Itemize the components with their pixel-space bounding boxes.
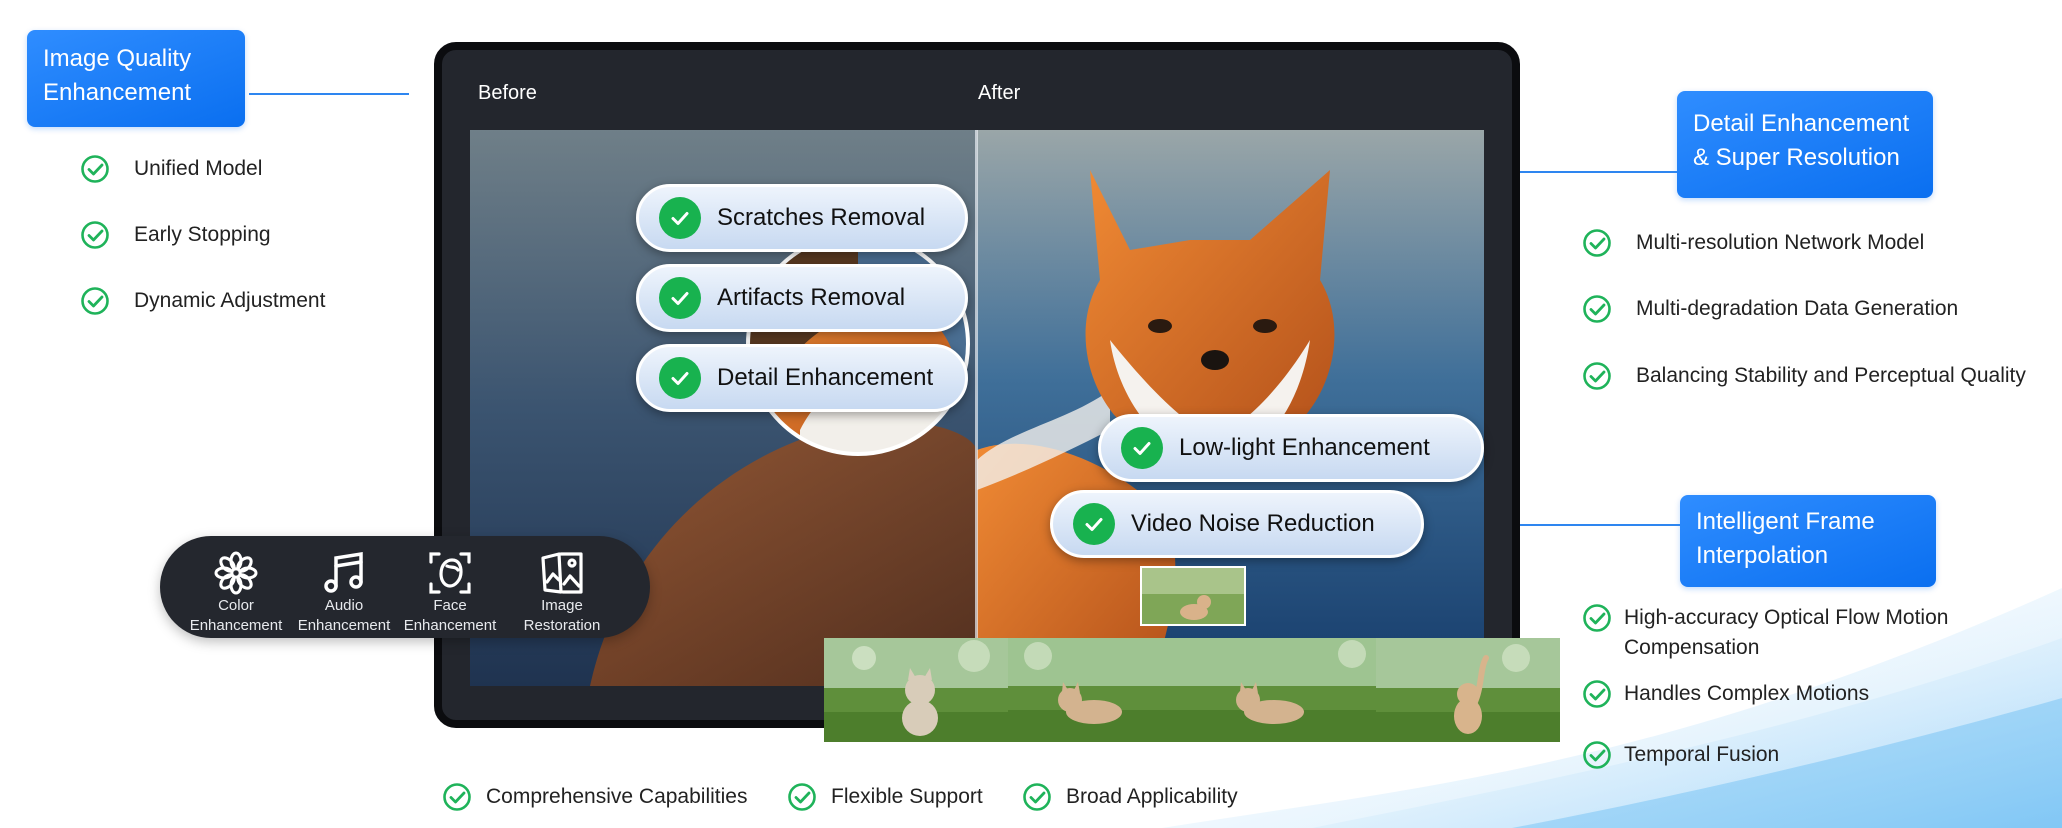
- feature-label: Comprehensive Capabilities: [486, 785, 748, 808]
- check-icon: [659, 277, 701, 319]
- enhancement-toolbar: Color Enhancement Audio Enhancement Face…: [160, 536, 650, 638]
- connector-line: [1520, 171, 1677, 173]
- after-label: After: [978, 82, 1021, 104]
- connector-line: [249, 93, 409, 95]
- feature-label: Broad Applicability: [1066, 785, 1238, 808]
- video-frame: [1008, 638, 1192, 742]
- feature-label: Early Stopping: [134, 223, 271, 246]
- feature-item: Handles Complex Motions: [1582, 679, 1869, 709]
- feature-item: Early Stopping: [80, 220, 271, 250]
- check-circle-icon: [787, 782, 817, 812]
- video-noise-reduction-pill: Video Noise Reduction: [1050, 490, 1424, 558]
- feature-label: High-accuracy Optical Flow Motion Compen…: [1624, 603, 1948, 663]
- tool-label: Audio: [324, 597, 364, 614]
- feature-label: Handles Complex Motions: [1624, 682, 1870, 705]
- image-quality-enhancement-title: Image Quality Enhancement: [27, 30, 245, 127]
- connector-line: [1520, 524, 1680, 526]
- check-circle-icon: [1582, 294, 1612, 324]
- tool-label: Enhancement: [403, 617, 497, 634]
- title-line: Image Quality: [43, 45, 192, 72]
- title-line: Detail Enhancement: [1693, 110, 1910, 137]
- image-restoration-tool[interactable]: Image Restoration: [510, 550, 614, 636]
- feature-item: Balancing Stability and Perceptual Quali…: [1582, 361, 2026, 391]
- pill-label: Video Noise Reduction: [1131, 510, 1375, 537]
- check-circle-icon: [80, 154, 110, 184]
- tool-label: Image: [541, 597, 583, 614]
- tool-label: Color: [218, 597, 254, 614]
- feature-label: Multi-degradation Data Generation: [1636, 297, 1959, 320]
- music-note-icon: [324, 551, 363, 593]
- feature-item: Multi-degradation Data Generation: [1582, 294, 1958, 324]
- feature-item: Unified Model: [80, 154, 262, 184]
- check-circle-icon: [1582, 740, 1612, 770]
- check-icon: [1073, 503, 1115, 545]
- title-line: Interpolation: [1696, 542, 1829, 569]
- check-icon: [659, 357, 701, 399]
- tool-label: Enhancement: [297, 617, 391, 634]
- pill-label: Detail Enhancement: [717, 364, 934, 391]
- feature-label: Multi-resolution Network Model: [1636, 231, 1925, 254]
- color-enhancement-tool[interactable]: Color Enhancement: [184, 550, 288, 636]
- check-circle-icon: [80, 286, 110, 316]
- feature-label: Balancing Stability and Perceptual Quali…: [1636, 364, 2026, 387]
- pill-label: Artifacts Removal: [717, 284, 906, 311]
- face-enhancement-tool[interactable]: Face Enhancement: [398, 550, 502, 636]
- intelligent-frame-interpolation-title: Intelligent Frame Interpolation: [1680, 495, 1936, 587]
- video-frame: [1192, 638, 1376, 742]
- detail-enhancement-pill: Detail Enhancement: [636, 344, 968, 412]
- scratches-removal-pill: Scratches Removal: [636, 184, 968, 252]
- detail-enhancement-super-resolution-title: Detail Enhancement & Super Resolution: [1677, 91, 1933, 198]
- title-line: Intelligent Frame: [1696, 508, 1875, 535]
- feature-item: Temporal Fusion: [1582, 740, 1779, 770]
- audio-enhancement-tool[interactable]: Audio Enhancement: [292, 550, 396, 636]
- check-icon: [659, 197, 701, 239]
- check-circle-icon: [1022, 782, 1052, 812]
- feature-item: Broad Applicability: [1022, 782, 1238, 812]
- pill-label: Scratches Removal: [717, 204, 926, 231]
- frame-interpolation-strip: [824, 638, 1560, 742]
- feature-label-line: Compensation: [1624, 636, 1760, 659]
- flower-icon: [214, 551, 258, 595]
- check-circle-icon: [1582, 603, 1612, 633]
- feature-item: Multi-resolution Network Model: [1582, 228, 1924, 258]
- feature-label-line: High-accuracy Optical Flow Motion: [1624, 606, 1949, 629]
- tool-label: Face: [433, 597, 467, 614]
- feature-label: Flexible Support: [831, 785, 983, 808]
- artifacts-removal-pill: Artifacts Removal: [636, 264, 968, 332]
- before-label: Before: [478, 82, 537, 104]
- video-frame: [824, 638, 1008, 742]
- feature-item: Dynamic Adjustment: [80, 286, 325, 316]
- kitten-thumbnail: [1140, 566, 1246, 626]
- video-frame: [1376, 638, 1560, 742]
- check-circle-icon: [442, 782, 472, 812]
- feature-label: Temporal Fusion: [1624, 743, 1780, 766]
- check-circle-icon: [1582, 228, 1612, 258]
- image-restore-icon: [541, 552, 583, 594]
- feature-label: Unified Model: [134, 157, 263, 180]
- title-line: Enhancement: [43, 79, 192, 106]
- check-circle-icon: [1582, 679, 1612, 709]
- check-circle-icon: [80, 220, 110, 250]
- low-light-enhancement-pill: Low-light Enhancement: [1098, 414, 1484, 482]
- face-scan-icon: [429, 552, 471, 594]
- tool-label: Restoration: [523, 617, 601, 634]
- feature-item: Flexible Support: [787, 782, 983, 812]
- check-icon: [1121, 427, 1163, 469]
- title-line: & Super Resolution: [1693, 144, 1900, 171]
- pill-label: Low-light Enhancement: [1179, 434, 1430, 461]
- check-circle-icon: [1582, 361, 1612, 391]
- tool-label: Enhancement: [189, 617, 283, 634]
- feature-item: Comprehensive Capabilities: [442, 782, 747, 812]
- feature-label: Dynamic Adjustment: [134, 289, 326, 312]
- feature-item: High-accuracy Optical Flow Motion Compen…: [1582, 603, 1948, 663]
